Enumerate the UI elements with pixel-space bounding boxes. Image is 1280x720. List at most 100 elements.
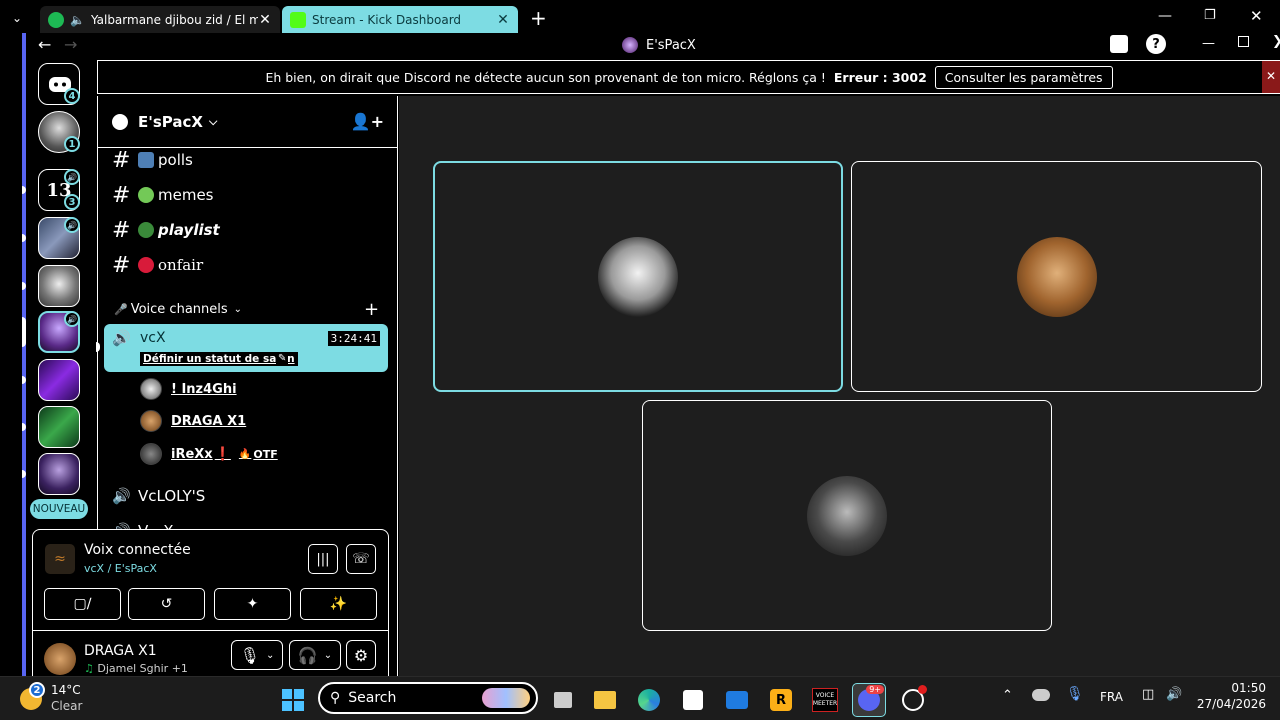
clock-time: 01:50: [1231, 681, 1266, 695]
tab-list-chevron-icon[interactable]: ⌄: [12, 11, 26, 25]
clock[interactable]: 01:50 27/04/2026: [1196, 681, 1266, 711]
server-avatar-4[interactable]: [38, 265, 80, 307]
channel-onfair[interactable]: # onfair: [112, 251, 203, 279]
store-button[interactable]: [676, 683, 710, 717]
channel-name: playlist: [158, 221, 220, 239]
server-name: E'sPacX: [138, 112, 203, 131]
weather-temp: 14°C: [51, 683, 81, 697]
avatar: [140, 378, 162, 400]
voice-status[interactable]: Voix connectée: [84, 542, 191, 558]
mute-button[interactable]: 🎙 ⌄: [231, 640, 283, 670]
server-avatar-8[interactable]: [38, 453, 80, 495]
kick-icon: [290, 11, 306, 28]
discord-badge: 9+: [866, 685, 884, 694]
notice-error: Erreur : 3002: [833, 69, 927, 85]
voice-category-header[interactable]: 🎤 Voice channels ⌄: [114, 302, 242, 317]
channel-playlist[interactable]: # playlist: [112, 216, 220, 244]
camera-off-icon: ▢∕: [73, 596, 92, 612]
invite-member-icon[interactable]: 👤+: [351, 112, 384, 131]
channel-polls[interactable]: # polls: [112, 146, 193, 174]
file-explorer-button[interactable]: [588, 683, 622, 717]
chevron-down-icon: ⌄: [323, 649, 333, 661]
server-avatar-7[interactable]: [38, 406, 80, 448]
voicemeeter-button[interactable]: VOICE MEETER: [808, 683, 842, 717]
open-settings-button[interactable]: Consulter les paramètres: [934, 65, 1113, 89]
channel-name: polls: [158, 151, 193, 169]
task-view-button[interactable]: [546, 683, 580, 717]
avatar: [140, 443, 162, 465]
restore-icon[interactable]: ❐: [1204, 8, 1216, 23]
weather-desc: Clear: [51, 699, 83, 713]
tab-close-icon[interactable]: ✕: [258, 12, 272, 28]
inbox-icon[interactable]: [1110, 35, 1128, 53]
speaker-icon: 🔈: [70, 12, 85, 27]
home-icon: [112, 113, 128, 130]
onedrive-icon[interactable]: [1032, 689, 1050, 701]
windows-taskbar: 2 14°C Clear ⚲ Search R VOICE MEETER 9+ …: [0, 676, 1280, 720]
edge-icon: [638, 689, 660, 711]
screen-share-button[interactable]: ↺: [128, 588, 205, 620]
minimize-icon[interactable]: —: [1158, 8, 1172, 24]
deafen-button[interactable]: 🎧 ⌄: [289, 640, 341, 670]
taskbar-search[interactable]: ⚲ Search: [318, 682, 538, 714]
rockstar-button[interactable]: R: [764, 683, 798, 717]
discord-taskbar-button[interactable]: 9+: [852, 683, 886, 717]
pencil-icon[interactable]: ✎: [276, 352, 289, 365]
minimize-app-icon[interactable]: —: [1202, 36, 1215, 51]
add-channel-icon[interactable]: +: [364, 299, 379, 320]
weather-badge: 2: [29, 682, 45, 698]
voice-channel-active[interactable]: 🔊 vcX 3:24:41 Définir un statut de salon…: [104, 324, 388, 372]
disconnect-icon[interactable]: ☏: [346, 544, 376, 574]
music-note-icon: ♫: [84, 662, 94, 675]
maximize-app-icon[interactable]: [1238, 36, 1249, 47]
tab-close-icon[interactable]: ✕: [496, 12, 510, 28]
browser-tab-bar: ⌄ 🔈 Yalbarmane djibou zid / El me ✕ Stre…: [0, 0, 1280, 33]
activities-button[interactable]: ✦: [214, 588, 291, 620]
new-tab-button[interactable]: +: [530, 6, 547, 30]
language-indicator[interactable]: FRA: [1100, 690, 1123, 704]
participant-avatar: [1016, 236, 1097, 317]
tab-title: Stream - Kick Dashboard: [312, 12, 462, 27]
server-badge-1: 1: [64, 136, 80, 152]
weather-widget[interactable]: 2 14°C Clear: [16, 682, 96, 716]
participant-tile-draga[interactable]: [851, 161, 1262, 392]
microphone-icon[interactable]: 🎙: [1066, 686, 1084, 702]
forward-button[interactable]: →: [64, 35, 77, 54]
voice-channel-vcloly[interactable]: 🔊 VcLOLY'S: [112, 482, 205, 510]
set-channel-status-link[interactable]: Définir un statut de salon: [140, 352, 298, 366]
participant-tile-inz4ghi[interactable]: [433, 161, 843, 392]
camera-off-button[interactable]: ▢∕: [44, 588, 121, 620]
new-servers-badge[interactable]: NOUVEAU: [30, 499, 88, 519]
voice-member[interactable]: iReXx ❗ 🔥 OTF: [140, 442, 278, 466]
back-button[interactable]: ←: [38, 35, 51, 54]
outlook-button[interactable]: [720, 683, 754, 717]
show-hidden-icons[interactable]: ⌃: [1002, 688, 1013, 703]
participant-tile-irexx[interactable]: [642, 400, 1052, 631]
server-header[interactable]: E'sPacX ⌵ 👤+: [98, 96, 398, 148]
server-badge-13: 3: [64, 194, 80, 210]
start-button[interactable]: [276, 683, 310, 717]
red-circle-emoji-icon: [138, 257, 154, 273]
edge-button[interactable]: [632, 683, 666, 717]
help-icon[interactable]: ?: [1146, 34, 1166, 54]
noise-suppression-icon[interactable]: |||: [308, 544, 338, 574]
server-avatar-6[interactable]: [38, 359, 80, 401]
channel-memes[interactable]: # memes: [112, 181, 214, 209]
chevron-down-icon: ⌄: [265, 649, 275, 661]
volume-icon[interactable]: 🔊: [1166, 687, 1182, 702]
network-icon[interactable]: ◫: [1142, 687, 1154, 702]
browser-tab-spotify[interactable]: 🔈 Yalbarmane djibou zid / El me ✕: [40, 6, 280, 33]
browser-tab-kick[interactable]: Stream - Kick Dashboard ✕: [282, 6, 518, 33]
user-avatar[interactable]: [44, 643, 76, 675]
voice-channel-path[interactable]: vcX / E'sPacX: [84, 562, 157, 575]
voice-timer: 3:24:41: [327, 331, 380, 346]
obs-button[interactable]: [896, 683, 930, 717]
user-settings-button[interactable]: ⚙: [346, 640, 376, 670]
soundboard-button[interactable]: ✨: [300, 588, 377, 620]
voice-member[interactable]: ! Inz4Ghi: [140, 377, 237, 401]
close-window-icon[interactable]: ✕: [1250, 7, 1263, 25]
voice-member[interactable]: DRAGA X1: [140, 409, 246, 433]
notice-close-button[interactable]: ✕: [1262, 61, 1280, 93]
user-name[interactable]: DRAGA X1: [84, 643, 157, 659]
close-app-icon[interactable]: ❯: [1272, 34, 1280, 49]
